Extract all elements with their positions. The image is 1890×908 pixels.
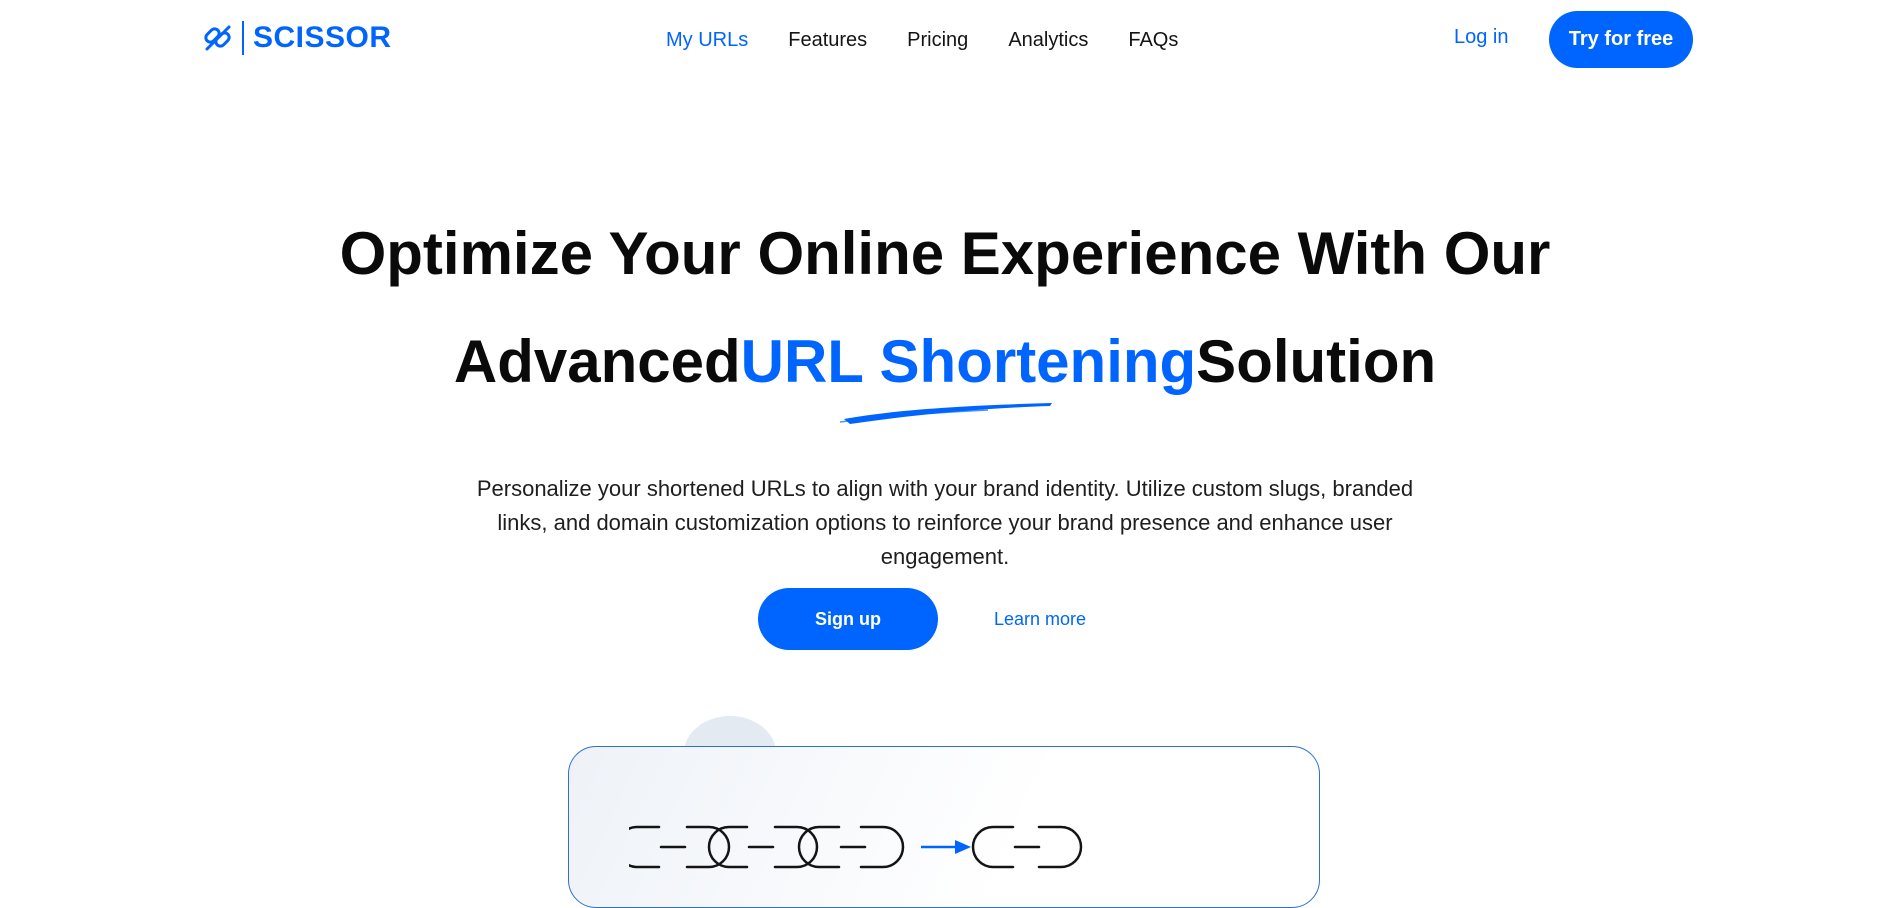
hero-title-line-1: Optimize Your Online Experience With Our (339, 220, 1551, 287)
brand-name: SCISSOR (253, 21, 392, 54)
main-nav: My URLs Features Pricing Analytics FAQs (666, 26, 1178, 54)
nav-pricing[interactable]: Pricing (907, 29, 968, 52)
arrow-right-icon (921, 840, 971, 854)
hero-title-prefix: Advanced (453, 328, 741, 395)
logo-divider (242, 21, 244, 55)
hero-description: Personalize your shortened URLs to align… (476, 476, 1414, 569)
scissor-link-icon (204, 25, 231, 51)
hero-title-suffix: Solution (1196, 328, 1437, 395)
hero-title-highlight: URL Shortening (740, 328, 1197, 395)
login-link[interactable]: Log in (1454, 26, 1509, 49)
sign-up-button[interactable]: Sign up (758, 588, 938, 650)
hero-title-line-2: AdvancedURL ShorteningSolution (0, 327, 1890, 396)
nav-features[interactable]: Features (788, 29, 867, 52)
short-chain-icon (971, 825, 1083, 869)
brand-logo[interactable]: SCISSOR (202, 20, 392, 56)
long-chain-icon (629, 825, 905, 869)
highlight-underline-brush (839, 403, 1052, 424)
chain-illustration (629, 825, 1083, 869)
learn-more-link[interactable]: Learn more (994, 609, 1086, 630)
try-for-free-button[interactable]: Try for free (1549, 11, 1693, 68)
nav-faqs[interactable]: FAQs (1128, 29, 1178, 52)
nav-analytics[interactable]: Analytics (1008, 29, 1088, 52)
nav-my-urls[interactable]: My URLs (666, 29, 748, 52)
